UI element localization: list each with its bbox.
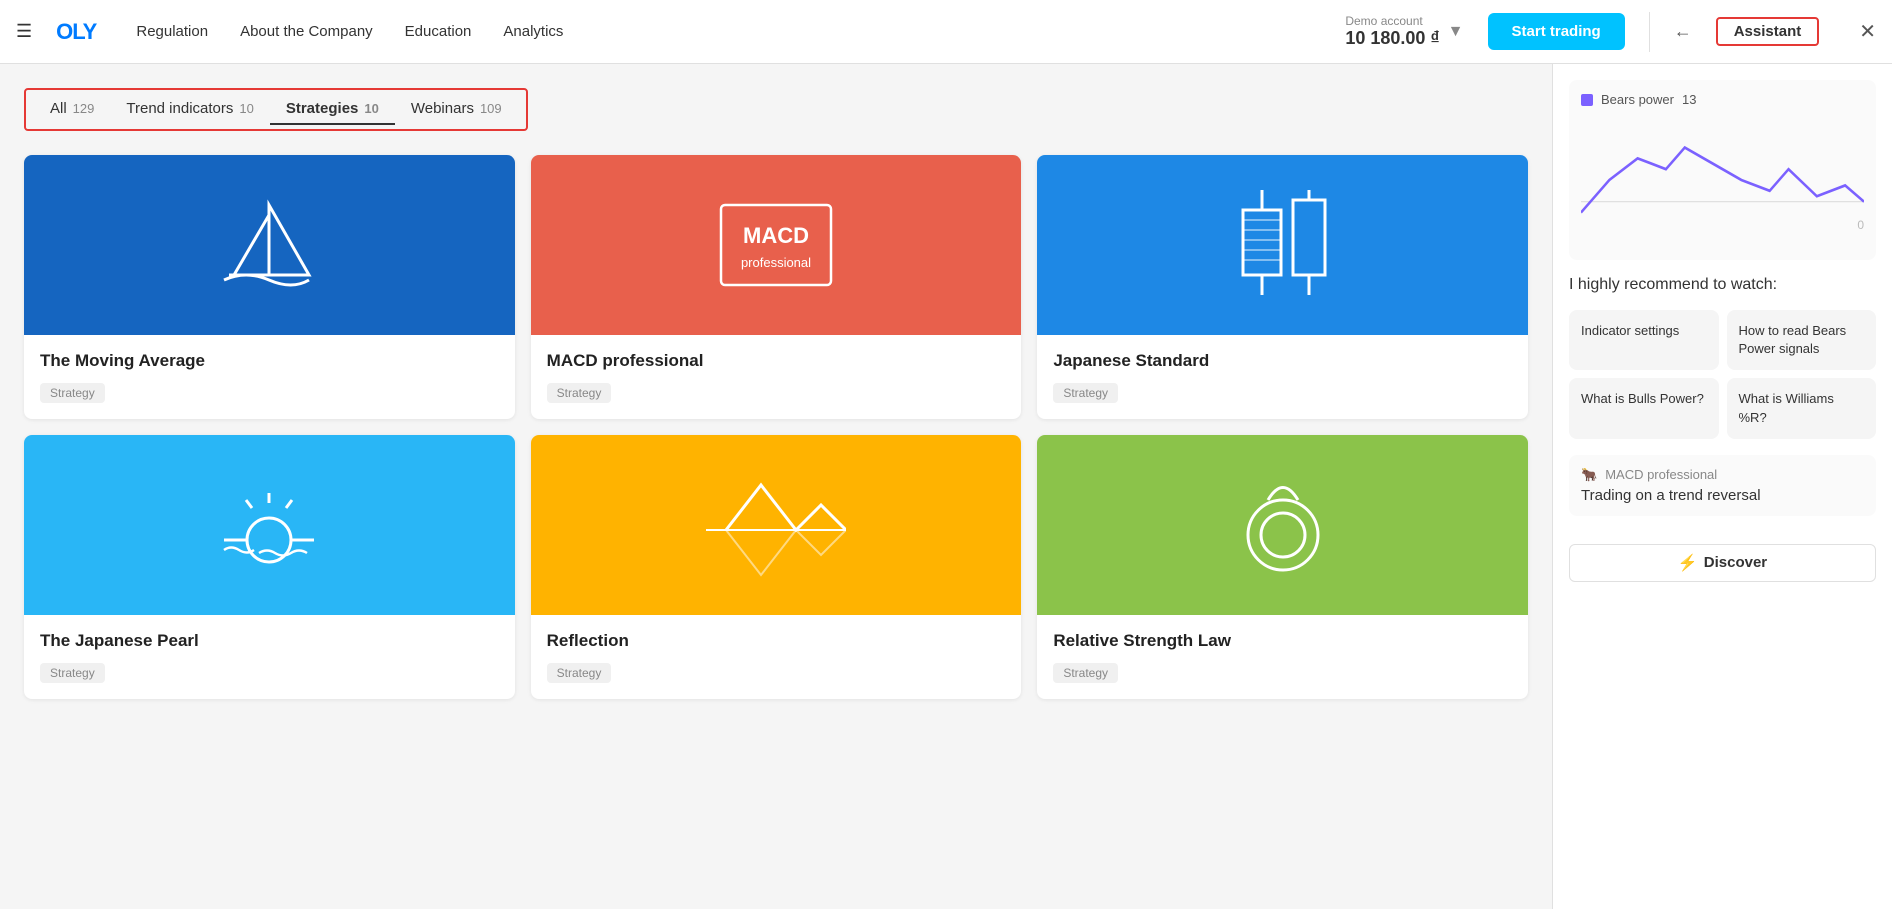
back-icon[interactable]: ← <box>1674 21 1692 42</box>
main-layout: All 129 Trend indicators 10 Strategies 1… <box>0 64 1892 909</box>
sailboat-icon <box>209 185 329 305</box>
legend-dot <box>1581 94 1593 106</box>
card-image-strength <box>1037 435 1528 615</box>
main-nav: Regulation About the Company Education A… <box>136 23 563 40</box>
nav-analytics[interactable]: Analytics <box>503 23 563 40</box>
card-body: MACD professional Strategy <box>531 335 1022 419</box>
divider <box>1649 12 1650 52</box>
chart-svg <box>1581 115 1864 245</box>
nav-education[interactable]: Education <box>405 23 472 40</box>
chevron-down-icon[interactable]: ▼ <box>1448 23 1464 41</box>
card-title: The Moving Average <box>40 351 499 371</box>
card-macd-professional[interactable]: MACD professional MACD professional Stra… <box>531 155 1022 419</box>
card-title: Japanese Standard <box>1053 351 1512 371</box>
card-tag: Strategy <box>1053 383 1118 403</box>
card-body: The Moving Average Strategy <box>24 335 515 419</box>
card-relative-strength[interactable]: Relative Strength Law Strategy <box>1037 435 1528 699</box>
suggestion-bulls-power[interactable]: What is Bulls Power? <box>1569 378 1719 438</box>
card-image-reflection <box>531 435 1022 615</box>
chart-indicator-label: Bears power <box>1601 92 1674 107</box>
card-moving-average[interactable]: The Moving Average Strategy <box>24 155 515 419</box>
suggestions-grid: Indicator settings How to read Bears Pow… <box>1569 310 1876 439</box>
start-trading-button[interactable]: Start trading <box>1488 13 1625 50</box>
candles-icon <box>1213 185 1353 305</box>
kettlebell-icon <box>1223 465 1343 585</box>
chart-zero-label: 0 <box>1857 218 1864 232</box>
tab-all[interactable]: All 129 <box>34 94 110 125</box>
tab-trend-indicators[interactable]: Trend indicators 10 <box>110 94 269 125</box>
card-tag: Strategy <box>1053 663 1118 683</box>
demo-account-value: 10 180.00 ₫ <box>1345 28 1439 49</box>
card-japanese-standard[interactable]: Japanese Standard Strategy <box>1037 155 1528 419</box>
bull-icon: 🐂 <box>1581 467 1597 483</box>
card-japanese-pearl[interactable]: The Japanese Pearl Strategy <box>24 435 515 699</box>
card-tag: Strategy <box>40 663 105 683</box>
left-content: All 129 Trend indicators 10 Strategies 1… <box>0 64 1552 909</box>
recommend-text: I highly recommend to watch: <box>1569 276 1876 294</box>
discover-button[interactable]: ⚡ Discover <box>1569 544 1876 582</box>
bolt-icon: ⚡ <box>1678 553 1698 573</box>
nav-regulation[interactable]: Regulation <box>136 23 208 40</box>
tabs-bar: All 129 Trend indicators 10 Strategies 1… <box>24 88 528 131</box>
card-body: Japanese Standard Strategy <box>1037 335 1528 419</box>
suggestion-how-to-read[interactable]: How to read Bears Power signals <box>1727 310 1877 370</box>
tab-strategies[interactable]: Strategies 10 <box>270 94 395 125</box>
logo: OLY <box>56 19 96 45</box>
demo-account-label: Demo account <box>1345 14 1439 28</box>
card-title: Reflection <box>547 631 1006 651</box>
suggestion-indicator-settings[interactable]: Indicator settings <box>1569 310 1719 370</box>
chart-indicator-value: 13 <box>1682 92 1696 107</box>
svg-text:professional: professional <box>741 255 811 270</box>
assistant-badge[interactable]: Assistant <box>1716 17 1820 46</box>
card-image-japanese <box>1037 155 1528 335</box>
header: ☰ OLY Regulation About the Company Educa… <box>0 0 1892 64</box>
chart-legend: Bears power 13 <box>1581 92 1864 107</box>
macd-icon: MACD professional <box>706 195 846 295</box>
card-reflection[interactable]: Reflection Strategy <box>531 435 1022 699</box>
card-image-macd: MACD professional <box>531 155 1022 335</box>
chart-area: Bears power 13 0 <box>1569 80 1876 260</box>
card-image-moving-average <box>24 155 515 335</box>
svg-text:MACD: MACD <box>743 223 809 248</box>
card-title: The Japanese Pearl <box>40 631 499 651</box>
close-icon[interactable]: ✕ <box>1859 19 1876 44</box>
bottom-subtitle: MACD professional <box>1605 467 1717 482</box>
discover-label: Discover <box>1704 554 1767 571</box>
demo-account: Demo account 10 180.00 ₫ ▼ <box>1345 14 1463 49</box>
bottom-section[interactable]: 🐂 MACD professional Trading on a trend r… <box>1569 455 1876 516</box>
menu-icon[interactable]: ☰ <box>16 21 32 42</box>
card-body: Relative Strength Law Strategy <box>1037 615 1528 699</box>
card-image-pearl <box>24 435 515 615</box>
card-body: Reflection Strategy <box>531 615 1022 699</box>
nav-about[interactable]: About the Company <box>240 23 373 40</box>
sun-icon <box>209 465 329 585</box>
mountains-icon <box>706 465 846 585</box>
card-tag: Strategy <box>547 663 612 683</box>
card-tag: Strategy <box>547 383 612 403</box>
suggestion-williams[interactable]: What is Williams %R? <box>1727 378 1877 438</box>
card-title: MACD professional <box>547 351 1006 371</box>
card-title: Relative Strength Law <box>1053 631 1512 651</box>
tab-webinars[interactable]: Webinars 109 <box>395 94 518 125</box>
bottom-title: Trading on a trend reversal <box>1581 487 1864 504</box>
bottom-section-header: 🐂 MACD professional <box>1581 467 1864 483</box>
card-body: The Japanese Pearl Strategy <box>24 615 515 699</box>
right-panel: Bears power 13 0 I highly recommend to w… <box>1552 64 1892 909</box>
card-tag: Strategy <box>40 383 105 403</box>
cards-grid: The Moving Average Strategy MACD profess… <box>24 155 1528 699</box>
